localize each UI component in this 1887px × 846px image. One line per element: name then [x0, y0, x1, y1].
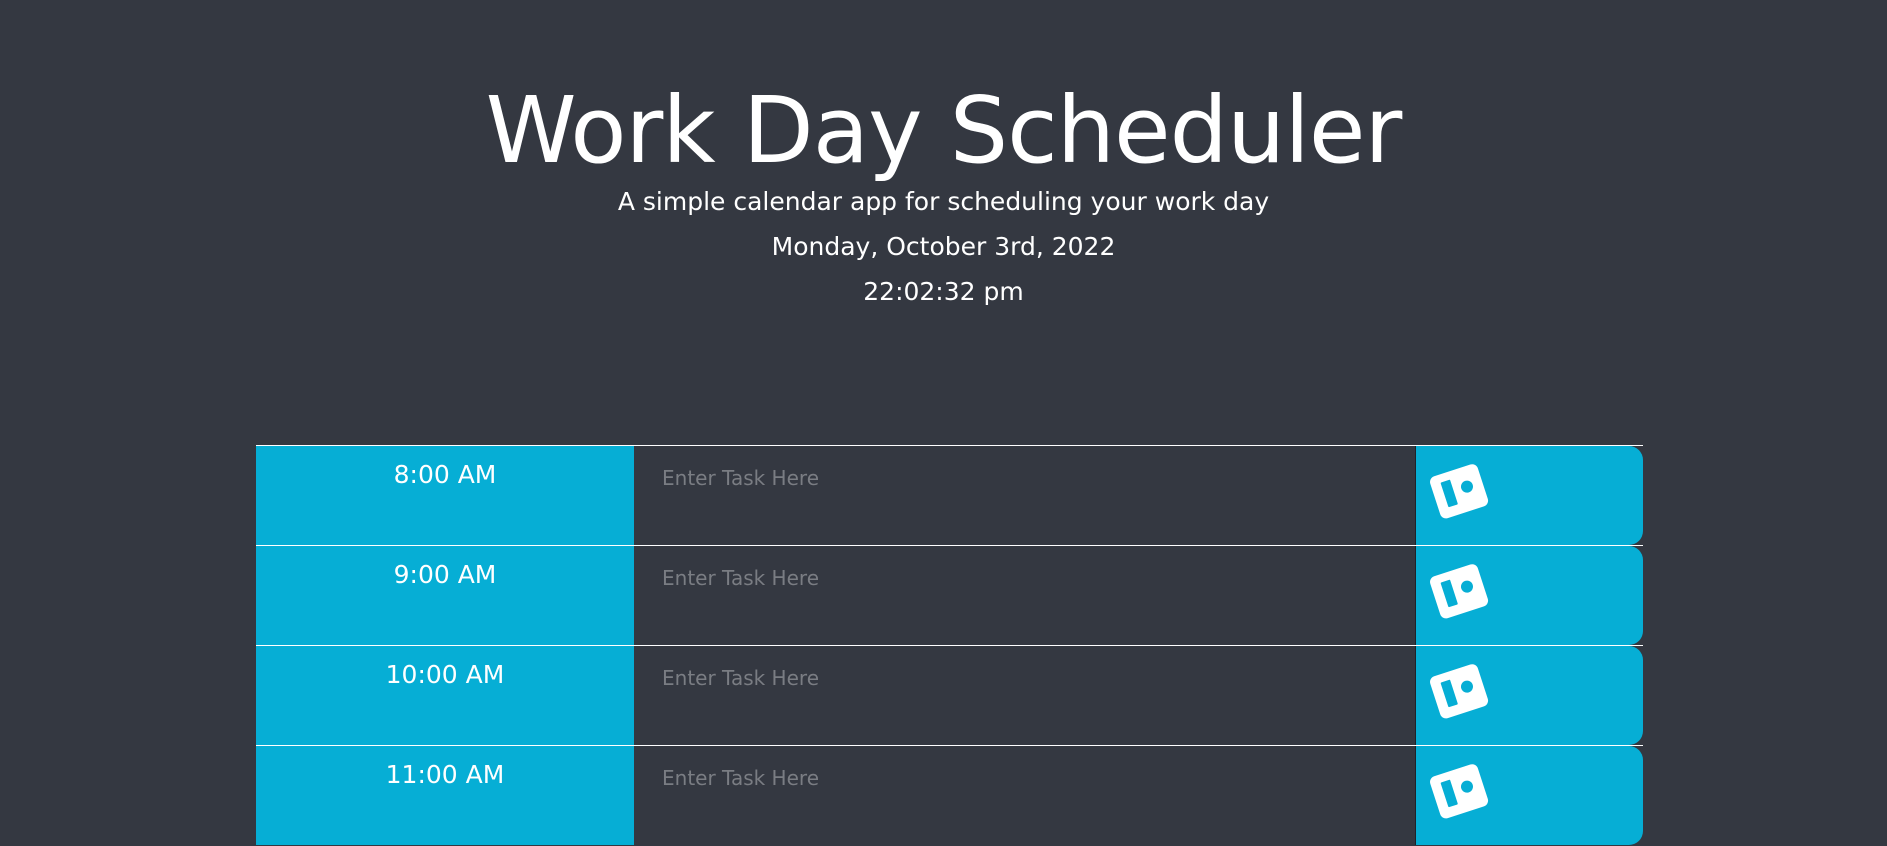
time-block-row: 9:00 AM [256, 545, 1643, 645]
save-icon [1430, 764, 1489, 819]
page-title: Work Day Scheduler [485, 77, 1403, 184]
save-icon [1430, 564, 1489, 619]
current-date: Monday, October 3rd, 2022 [771, 232, 1116, 261]
task-input[interactable] [634, 646, 1416, 745]
save-button[interactable] [1416, 446, 1643, 545]
time-block-row: 10:00 AM [256, 645, 1643, 745]
task-input[interactable] [634, 446, 1416, 545]
hour-label: 10:00 AM [256, 646, 634, 745]
save-button[interactable] [1416, 546, 1643, 645]
hour-label: 9:00 AM [256, 546, 634, 645]
task-input[interactable] [634, 546, 1416, 645]
save-icon [1430, 664, 1489, 719]
task-input[interactable] [634, 746, 1416, 845]
save-icon [1430, 464, 1489, 519]
page-subtitle: A simple calendar app for scheduling you… [617, 187, 1270, 216]
time-block-row: 11:00 AM [256, 745, 1643, 845]
current-time: 22:02:32 pm [863, 277, 1024, 306]
hour-label: 8:00 AM [256, 446, 634, 545]
save-button[interactable] [1416, 746, 1643, 845]
time-block-row: 8:00 AM [256, 445, 1643, 545]
save-button[interactable] [1416, 646, 1643, 745]
hour-label: 11:00 AM [256, 746, 634, 845]
schedule-list: 8:00 AM 9:00 AM 10:0 [256, 445, 1643, 845]
